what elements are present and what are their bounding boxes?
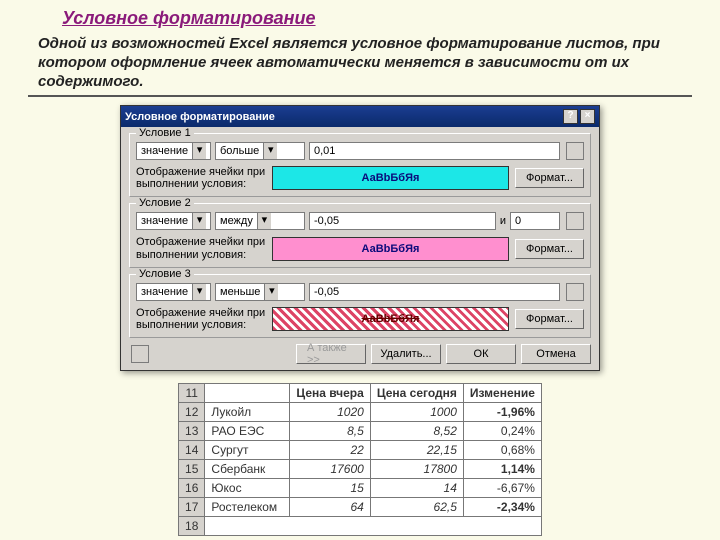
and-label: и (500, 215, 506, 227)
help-icon[interactable] (131, 345, 149, 363)
format-button[interactable]: Формат... (515, 168, 584, 188)
row-header[interactable]: 16 (179, 478, 205, 497)
cell[interactable]: 22 (290, 440, 370, 459)
cell[interactable]: 64 (290, 497, 370, 516)
cell[interactable]: -2,34% (463, 497, 541, 516)
page-description: Одной из возможностей Excel является усл… (38, 35, 692, 91)
cell[interactable]: 1020 (290, 402, 370, 421)
format-preview: АаВbБбЯя (272, 237, 509, 261)
preview-label: Отображение ячейки при выполнении услови… (136, 236, 266, 260)
cell[interactable]: Ростелеком (205, 497, 290, 516)
cell[interactable]: 15 (290, 478, 370, 497)
help-button[interactable]: ? (563, 109, 578, 124)
cell[interactable]: 17800 (370, 459, 463, 478)
format-button[interactable]: Формат... (515, 239, 584, 259)
table-row: 16 Юкос 15 14 -6,67% (179, 478, 542, 497)
condition-group-1: значение▾ больше▾ 0,01 Отображение ячейк… (129, 133, 591, 197)
table-row: 12 Лукойл 1020 1000 -1,96% (179, 402, 542, 421)
divider (28, 95, 692, 97)
chevron-down-icon: ▾ (192, 213, 206, 229)
add-condition-button: А также >> (296, 344, 366, 364)
cell[interactable]: 14 (370, 478, 463, 497)
cell[interactable]: 22,15 (370, 440, 463, 459)
cancel-button[interactable]: Отмена (521, 344, 591, 364)
chevron-down-icon: ▾ (263, 143, 277, 159)
condition-group-3: значение▾ меньше▾ -0,05 Отображение ячей… (129, 274, 591, 338)
row-header[interactable]: 11 (179, 383, 205, 402)
worksheet-table: 11 Цена вчераЦена сегодняИзменение 12 Лук… (178, 383, 542, 536)
chevron-down-icon: ▾ (192, 143, 206, 159)
target-select[interactable]: значение▾ (136, 283, 211, 301)
cell[interactable]: 0,24% (463, 421, 541, 440)
chevron-down-icon: ▾ (257, 213, 271, 229)
row-header[interactable]: 13 (179, 421, 205, 440)
page-title: Условное форматирование (62, 8, 720, 29)
range-picker-icon[interactable] (566, 283, 584, 301)
row-header[interactable]: 18 (179, 516, 205, 535)
table-row: 15 Сбербанк 17600 17800 1,14% (179, 459, 542, 478)
conditional-formatting-dialog: Условное форматирование ? × значение▾ бо… (120, 105, 600, 371)
condition-group-2: значение▾ между▾ -0,05 и 0 Отображение яч… (129, 203, 591, 267)
row-header[interactable]: 14 (179, 440, 205, 459)
cell[interactable]: Лукойл (205, 402, 290, 421)
column-header[interactable]: Изменение (463, 383, 541, 402)
cell[interactable]: 1,14% (463, 459, 541, 478)
format-button[interactable]: Формат... (515, 309, 584, 329)
cell[interactable]: 0,68% (463, 440, 541, 459)
ok-button[interactable]: ОК (446, 344, 516, 364)
column-header[interactable]: Цена сегодня (370, 383, 463, 402)
row-header[interactable]: 15 (179, 459, 205, 478)
preview-label: Отображение ячейки при выполнении услови… (136, 307, 266, 331)
cell[interactable]: РАО ЕЭС (205, 421, 290, 440)
operator-select[interactable]: между▾ (215, 212, 305, 230)
dialog-titlebar: Условное форматирование ? × (121, 106, 599, 127)
chevron-down-icon: ▾ (192, 284, 206, 300)
range-picker-icon[interactable] (566, 212, 584, 230)
dialog-body: значение▾ больше▾ 0,01 Отображение ячейк… (121, 127, 599, 370)
format-preview: АаВbБбЯя (272, 307, 509, 331)
table-row: 13 РАО ЕЭС 8,5 8,52 0,24% (179, 421, 542, 440)
cell[interactable]: -6,67% (463, 478, 541, 497)
close-button[interactable]: × (580, 109, 595, 124)
cell[interactable] (205, 516, 542, 535)
value2-input[interactable]: 0 (510, 212, 560, 230)
row-header[interactable]: 12 (179, 402, 205, 421)
cell[interactable]: 1000 (370, 402, 463, 421)
value1-input[interactable]: -0,05 (309, 212, 496, 230)
cell[interactable]: 8,5 (290, 421, 370, 440)
chevron-down-icon: ▾ (264, 284, 278, 300)
cell[interactable]: -1,96% (463, 402, 541, 421)
cell[interactable]: Юкос (205, 478, 290, 497)
table-row: 17 Ростелеком 64 62,5 -2,34% (179, 497, 542, 516)
cell[interactable]: Сбербанк (205, 459, 290, 478)
operator-select[interactable]: больше▾ (215, 142, 305, 160)
cell[interactable]: 62,5 (370, 497, 463, 516)
preview-label: Отображение ячейки при выполнении услови… (136, 166, 266, 190)
format-preview: АаВbБбЯя (272, 166, 509, 190)
dialog-title: Условное форматирование (125, 111, 561, 123)
range-picker-icon[interactable] (566, 142, 584, 160)
target-select[interactable]: значение▾ (136, 212, 211, 230)
cell[interactable]: 17600 (290, 459, 370, 478)
cell[interactable]: Сургут (205, 440, 290, 459)
column-header[interactable]: Цена вчера (290, 383, 370, 402)
row-header[interactable]: 17 (179, 497, 205, 516)
delete-button[interactable]: Удалить... (371, 344, 441, 364)
cell[interactable]: 8,52 (370, 421, 463, 440)
table-row: 14 Сургут 22 22,15 0,68% (179, 440, 542, 459)
target-select[interactable]: значение▾ (136, 142, 211, 160)
value1-input[interactable]: 0,01 (309, 142, 560, 160)
value1-input[interactable]: -0,05 (309, 283, 560, 301)
operator-select[interactable]: меньше▾ (215, 283, 305, 301)
column-header[interactable] (205, 383, 290, 402)
